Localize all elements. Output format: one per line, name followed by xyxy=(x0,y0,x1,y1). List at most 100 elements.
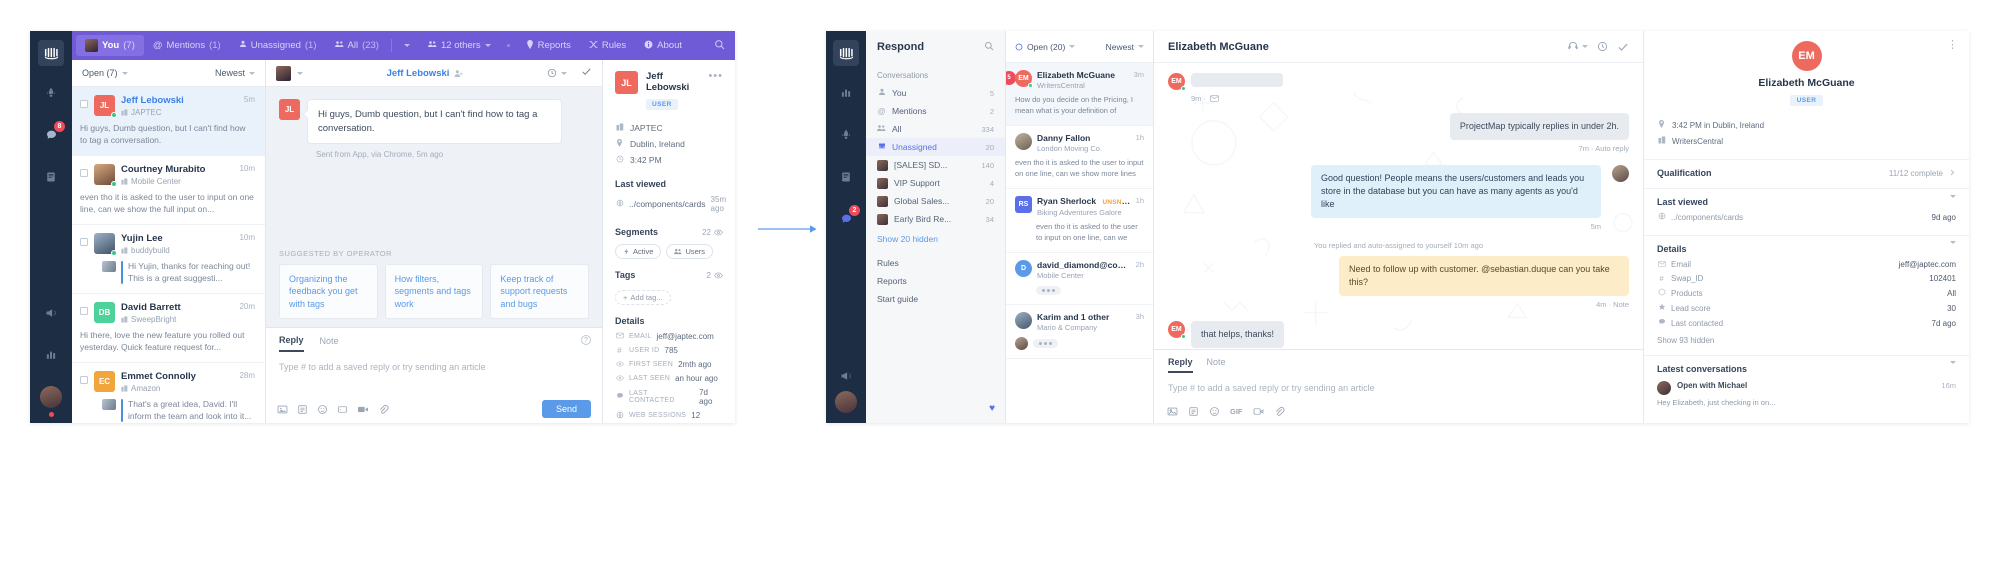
rail-item-megaphone[interactable] xyxy=(829,361,863,391)
rail-item-articles[interactable] xyxy=(34,162,68,192)
article-icon[interactable] xyxy=(1188,406,1199,417)
segment-pill[interactable]: Active xyxy=(615,244,662,259)
rail-item-rocket[interactable] xyxy=(34,78,68,108)
tab-note[interactable]: Note xyxy=(1207,357,1226,373)
row-checkbox[interactable] xyxy=(80,100,88,108)
composer-input[interactable]: Type # to add a saved reply or try sendi… xyxy=(266,352,602,372)
article-icon[interactable] xyxy=(297,404,308,415)
chevron-down-icon[interactable] xyxy=(297,71,303,75)
row-checkbox[interactable] xyxy=(80,169,88,177)
gif-icon[interactable] xyxy=(337,404,348,415)
qualification-header[interactable]: Qualification 11/12 complete xyxy=(1657,168,1956,178)
clock-icon[interactable] xyxy=(1597,41,1608,52)
row-checkbox[interactable] xyxy=(80,307,88,315)
show-hidden-button[interactable]: Show 93 hidden xyxy=(1657,331,1956,345)
rail-item-reports[interactable] xyxy=(34,340,68,370)
search-icon[interactable] xyxy=(984,38,994,56)
sidebar-item-you[interactable]: You 5 xyxy=(866,84,1005,102)
check-icon[interactable] xyxy=(1617,41,1629,53)
list-item[interactable]: 5 EM Elizabeth McGuane WritersCentral 3m… xyxy=(1006,63,1153,126)
attachment-icon[interactable] xyxy=(1274,406,1285,417)
assignee-avatar[interactable] xyxy=(276,65,291,81)
search-icon[interactable] xyxy=(714,39,725,53)
list-item[interactable]: 5 Karim and 1 other Mario & Company 3h xyxy=(1006,305,1153,359)
image-icon[interactable] xyxy=(1167,406,1178,417)
sidebar-item-mentions[interactable]: @ Mentions 2 xyxy=(866,102,1005,120)
attachment-icon[interactable] xyxy=(378,404,389,415)
image-icon[interactable] xyxy=(277,404,288,415)
list-item[interactable]: Yujin Lee buddybuild 10m Hi Yujin, thank… xyxy=(72,225,265,294)
gif-icon[interactable]: GIF xyxy=(1230,407,1243,416)
sidebar-item-start-guide[interactable]: Start guide xyxy=(877,290,994,308)
show-hidden-button[interactable]: Show 20 hidden xyxy=(866,228,1005,244)
sidebar-item-vip-support[interactable]: VIP Support 4 xyxy=(866,174,1005,192)
tab-about[interactable]: About xyxy=(635,35,691,56)
rail-item-conversations[interactable]: 2 xyxy=(829,204,863,234)
assignee-name-group[interactable]: Jeff Lebowski xyxy=(387,68,464,79)
question-icon[interactable]: ? xyxy=(581,335,591,345)
list-item[interactable]: JL Jeff Lebowski JAPTEC 5m Hi guys, Dumb… xyxy=(72,87,265,156)
row-checkbox[interactable] xyxy=(80,376,88,384)
tab-all-caret[interactable] xyxy=(395,35,419,56)
attribute-key: FIRST SEEN xyxy=(629,360,674,368)
old-sort-newest[interactable]: Newest xyxy=(215,68,255,78)
add-tag-button[interactable]: + Add tag... xyxy=(615,290,671,305)
last-viewed-header[interactable]: Last viewed xyxy=(1657,194,1956,207)
tab-you[interactable]: You (7) xyxy=(76,35,144,56)
list-item[interactable]: Danny Fallon London Moving Co. 1h even t… xyxy=(1006,126,1153,189)
list-item[interactable]: D david_diamond@comp... Mobile Center 2h xyxy=(1006,253,1153,305)
sidebar-item-reports[interactable]: Reports xyxy=(877,272,994,290)
tab-reply[interactable]: Reply xyxy=(279,335,304,352)
list-item[interactable]: DB David Barrett SweepBright 20m Hi ther… xyxy=(72,294,265,363)
sidebar-item-all[interactable]: All 334 xyxy=(866,120,1005,138)
heart-icon[interactable]: ♥ xyxy=(989,403,995,414)
overflow-menu-icon[interactable]: ••• xyxy=(708,71,723,82)
rail-item-rocket[interactable] xyxy=(829,120,863,150)
tab-unassigned[interactable]: Unassigned (1) xyxy=(230,35,326,56)
video-icon[interactable] xyxy=(1253,406,1264,417)
list-item[interactable]: Open with Michael 16m xyxy=(1657,374,1956,395)
emoji-icon[interactable] xyxy=(1209,406,1220,417)
emoji-icon[interactable] xyxy=(317,404,328,415)
avatar[interactable] xyxy=(835,391,857,413)
list-item[interactable]: Courtney Murabito Mobile Center 10m even… xyxy=(72,156,265,225)
avatar xyxy=(94,164,117,187)
send-button[interactable]: Send xyxy=(541,400,591,418)
new-filter-open[interactable]: Open (20) xyxy=(1015,42,1076,52)
latest-conversations-header[interactable]: Latest conversations xyxy=(1657,361,1956,374)
rail-item-conversations[interactable]: 8 xyxy=(34,120,68,150)
rail-item-profile[interactable] xyxy=(34,382,68,412)
rail-item-articles[interactable] xyxy=(829,162,863,192)
tab-all[interactable]: All (23) xyxy=(326,35,388,56)
suggested-article-card[interactable]: How filters, segments and tags work xyxy=(384,263,484,319)
tab-reports[interactable]: Reports xyxy=(517,35,580,56)
tab-12-others[interactable]: 12 others xyxy=(419,35,500,56)
note-text: Need to follow up with customer. @sebast… xyxy=(1349,264,1610,287)
sidebar-item-sales-sd[interactable]: [SALES] SD... 140 xyxy=(866,156,1005,174)
snooze-group[interactable] xyxy=(547,68,567,78)
old-filter-open[interactable]: Open (7) xyxy=(82,68,128,78)
sidebar-item-rules[interactable]: Rules xyxy=(877,254,994,272)
details-header[interactable]: Details xyxy=(1657,241,1956,254)
new-sort-newest[interactable]: Newest xyxy=(1106,42,1144,52)
close-conversation-button[interactable] xyxy=(581,64,592,82)
composer-input[interactable]: Type # to add a saved reply or try sendi… xyxy=(1154,373,1643,393)
sidebar-item-early-bird[interactable]: Early Bird Re... 34 xyxy=(866,210,1005,228)
segment-pill[interactable]: Users xyxy=(666,244,714,259)
rail-item-megaphone[interactable] xyxy=(34,298,68,328)
chat-icon xyxy=(615,392,624,402)
list-item[interactable]: RS Ryan Sherlock UNSNOOZED Biking Advent… xyxy=(1006,189,1153,253)
list-item[interactable]: EC Emmet Connolly Amazon 28m That's a gr xyxy=(72,363,265,423)
suggested-article-card[interactable]: Keep track of support requests and bugs xyxy=(490,263,590,319)
rail-item-reports[interactable] xyxy=(829,78,863,108)
tab-reply[interactable]: Reply xyxy=(1168,357,1193,373)
tab-mentions[interactable]: @ Mentions (1) xyxy=(144,35,230,56)
sidebar-item-unassigned[interactable]: Unassigned 20 xyxy=(866,138,1005,156)
row-checkbox[interactable] xyxy=(80,238,88,246)
sidebar-item-global-sales[interactable]: Global Sales... 20 xyxy=(866,192,1005,210)
tab-rules[interactable]: Rules xyxy=(580,35,635,56)
tab-note[interactable]: Note xyxy=(320,336,339,351)
assign-control[interactable] xyxy=(1567,41,1588,52)
suggested-article-card[interactable]: Organizing the feedback you get with tag… xyxy=(279,263,378,319)
video-icon[interactable] xyxy=(357,404,369,415)
